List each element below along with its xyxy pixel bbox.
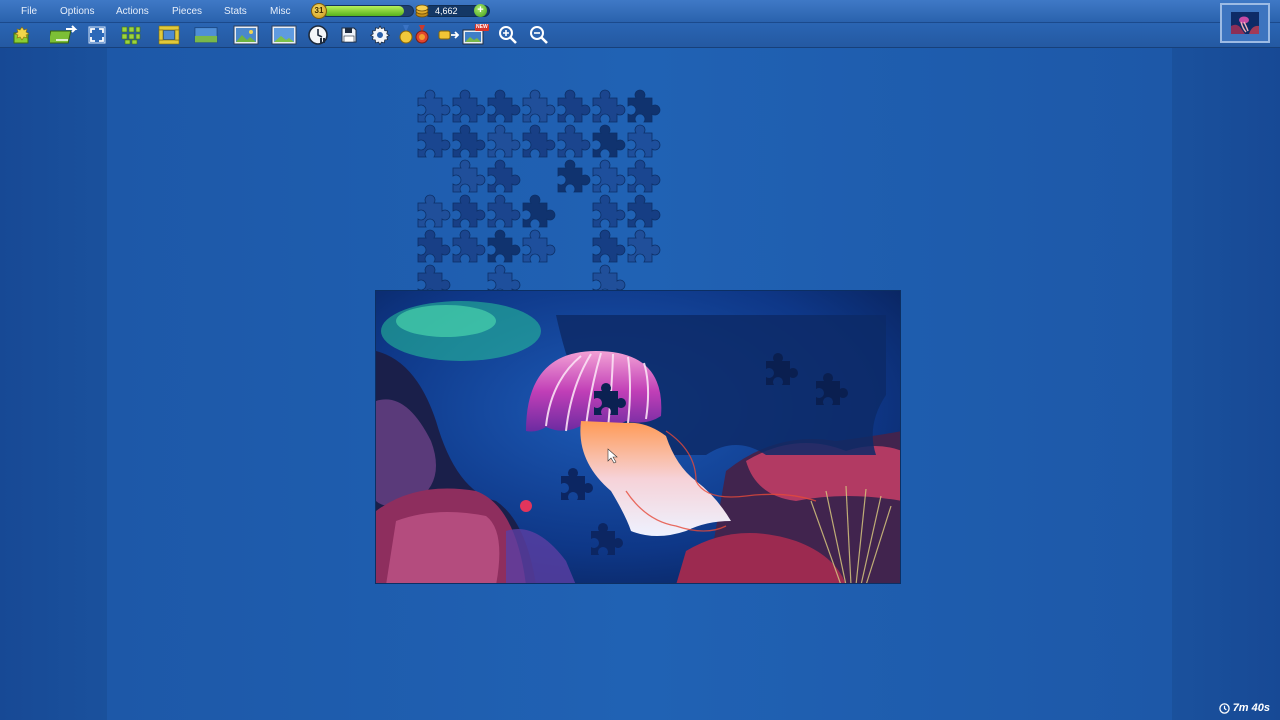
level-badge: 31 [311, 3, 327, 19]
menu-file[interactable]: File [21, 0, 37, 22]
loose-piece[interactable] [522, 194, 556, 228]
preview-thumbnail[interactable] [1220, 3, 1270, 43]
loose-piece[interactable] [592, 124, 626, 158]
loose-piece[interactable] [487, 229, 521, 263]
save-button[interactable] [337, 24, 361, 46]
scatter-pieces-button[interactable] [119, 24, 143, 46]
toolbar: NEW [0, 23, 1280, 48]
settings-icon [370, 25, 390, 45]
puzzle-image [376, 291, 900, 583]
fullscreen-button[interactable] [85, 24, 109, 46]
menu-misc[interactable]: Misc [270, 0, 291, 22]
loose-piece[interactable] [557, 124, 591, 158]
loose-piece[interactable] [557, 89, 591, 123]
loose-piece[interactable] [452, 229, 486, 263]
ghost-image-button[interactable] [270, 24, 298, 46]
loose-piece[interactable] [452, 124, 486, 158]
elapsed-timer: 7m 40s [1218, 702, 1270, 714]
loose-piece-cluster[interactable] [417, 89, 661, 298]
loose-piece[interactable] [417, 229, 451, 263]
ghost-image-icon [271, 25, 297, 45]
loose-piece[interactable] [522, 124, 556, 158]
loose-piece[interactable] [592, 194, 626, 228]
coins-icon [415, 4, 429, 18]
loose-piece[interactable] [487, 124, 521, 158]
awards-icon [399, 25, 429, 44]
loose-piece[interactable] [417, 124, 451, 158]
new-puzzle-button[interactable] [11, 24, 35, 46]
new-badge: NEW [476, 24, 488, 30]
puzzle-thumbnail-image [1231, 12, 1259, 34]
loose-piece[interactable] [627, 194, 661, 228]
shuffle-pieces-button[interactable] [50, 24, 80, 46]
loose-piece[interactable] [627, 159, 661, 193]
loose-piece[interactable] [627, 89, 661, 123]
puzzle-key-icon [438, 30, 460, 40]
loose-piece[interactable] [487, 194, 521, 228]
awards-button[interactable] [398, 24, 434, 46]
puzzle-in-progress[interactable] [375, 290, 901, 584]
level-progress-fill [322, 6, 404, 16]
loose-piece[interactable] [452, 89, 486, 123]
loose-piece[interactable] [487, 89, 521, 123]
zoom-in-button[interactable] [496, 24, 520, 46]
loose-piece[interactable] [592, 159, 626, 193]
menu-options[interactable]: Options [60, 0, 94, 22]
zoom-out-icon [530, 26, 548, 44]
menu-bar: File Options Actions Pieces Stats Misc 3… [0, 0, 1280, 23]
loose-piece[interactable] [452, 194, 486, 228]
background-icon [194, 27, 218, 43]
loose-piece[interactable] [627, 124, 661, 158]
edge-pieces-icon [158, 25, 180, 45]
shuffle-pieces-icon [50, 25, 78, 44]
settings-button[interactable] [368, 24, 392, 46]
loose-piece[interactable] [452, 159, 486, 193]
fullscreen-icon [88, 26, 106, 44]
add-coins-button[interactable]: + [474, 4, 487, 17]
loose-pieces-area[interactable] [414, 88, 676, 318]
show-image-button[interactable] [232, 24, 260, 46]
clock-icon [1218, 702, 1230, 714]
puzzle-key-button[interactable] [437, 24, 461, 46]
loose-piece[interactable] [592, 229, 626, 263]
background-button[interactable] [194, 24, 218, 46]
edge-pieces-button[interactable] [157, 24, 181, 46]
new-gallery-button[interactable]: NEW [461, 24, 489, 46]
loose-piece[interactable] [627, 229, 661, 263]
timer-value: 7m 40s [1232, 702, 1270, 714]
menu-pieces[interactable]: Pieces [172, 0, 202, 22]
zoom-in-icon [499, 26, 517, 44]
level-progress-bar [321, 5, 414, 17]
timer-pause-button[interactable] [306, 24, 330, 46]
loose-piece[interactable] [487, 159, 521, 193]
show-image-icon [233, 25, 259, 45]
new-puzzle-icon [13, 26, 30, 44]
loose-piece[interactable] [522, 229, 556, 263]
loose-piece[interactable] [417, 89, 451, 123]
right-tray [1172, 48, 1280, 720]
scatter-pieces-icon [121, 26, 141, 45]
left-tray [0, 48, 107, 720]
save-icon [341, 27, 357, 43]
menu-actions[interactable]: Actions [116, 0, 149, 22]
loose-piece[interactable] [417, 194, 451, 228]
loose-piece[interactable] [522, 89, 556, 123]
loose-piece[interactable] [592, 89, 626, 123]
menu-stats[interactable]: Stats [224, 0, 247, 22]
zoom-out-button[interactable] [527, 24, 551, 46]
loose-piece[interactable] [557, 159, 591, 193]
timer-pause-icon [308, 25, 328, 45]
